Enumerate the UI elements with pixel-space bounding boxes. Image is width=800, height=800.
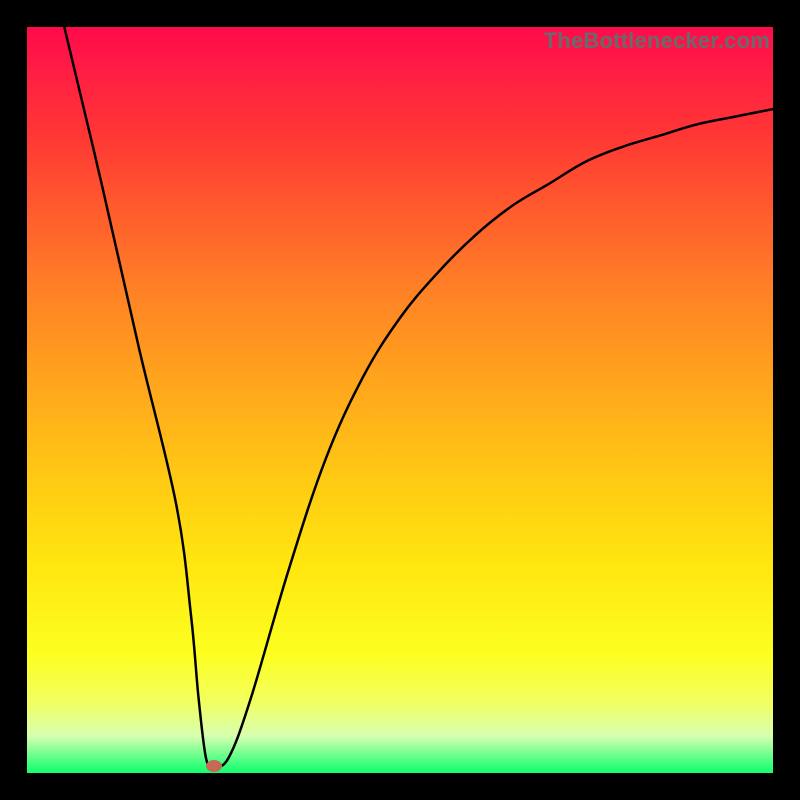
chart-frame: TheBottlenecker.com <box>0 0 800 800</box>
bottleneck-curve <box>27 27 773 773</box>
optimum-marker <box>206 760 222 772</box>
plot-area: TheBottlenecker.com <box>27 27 773 773</box>
